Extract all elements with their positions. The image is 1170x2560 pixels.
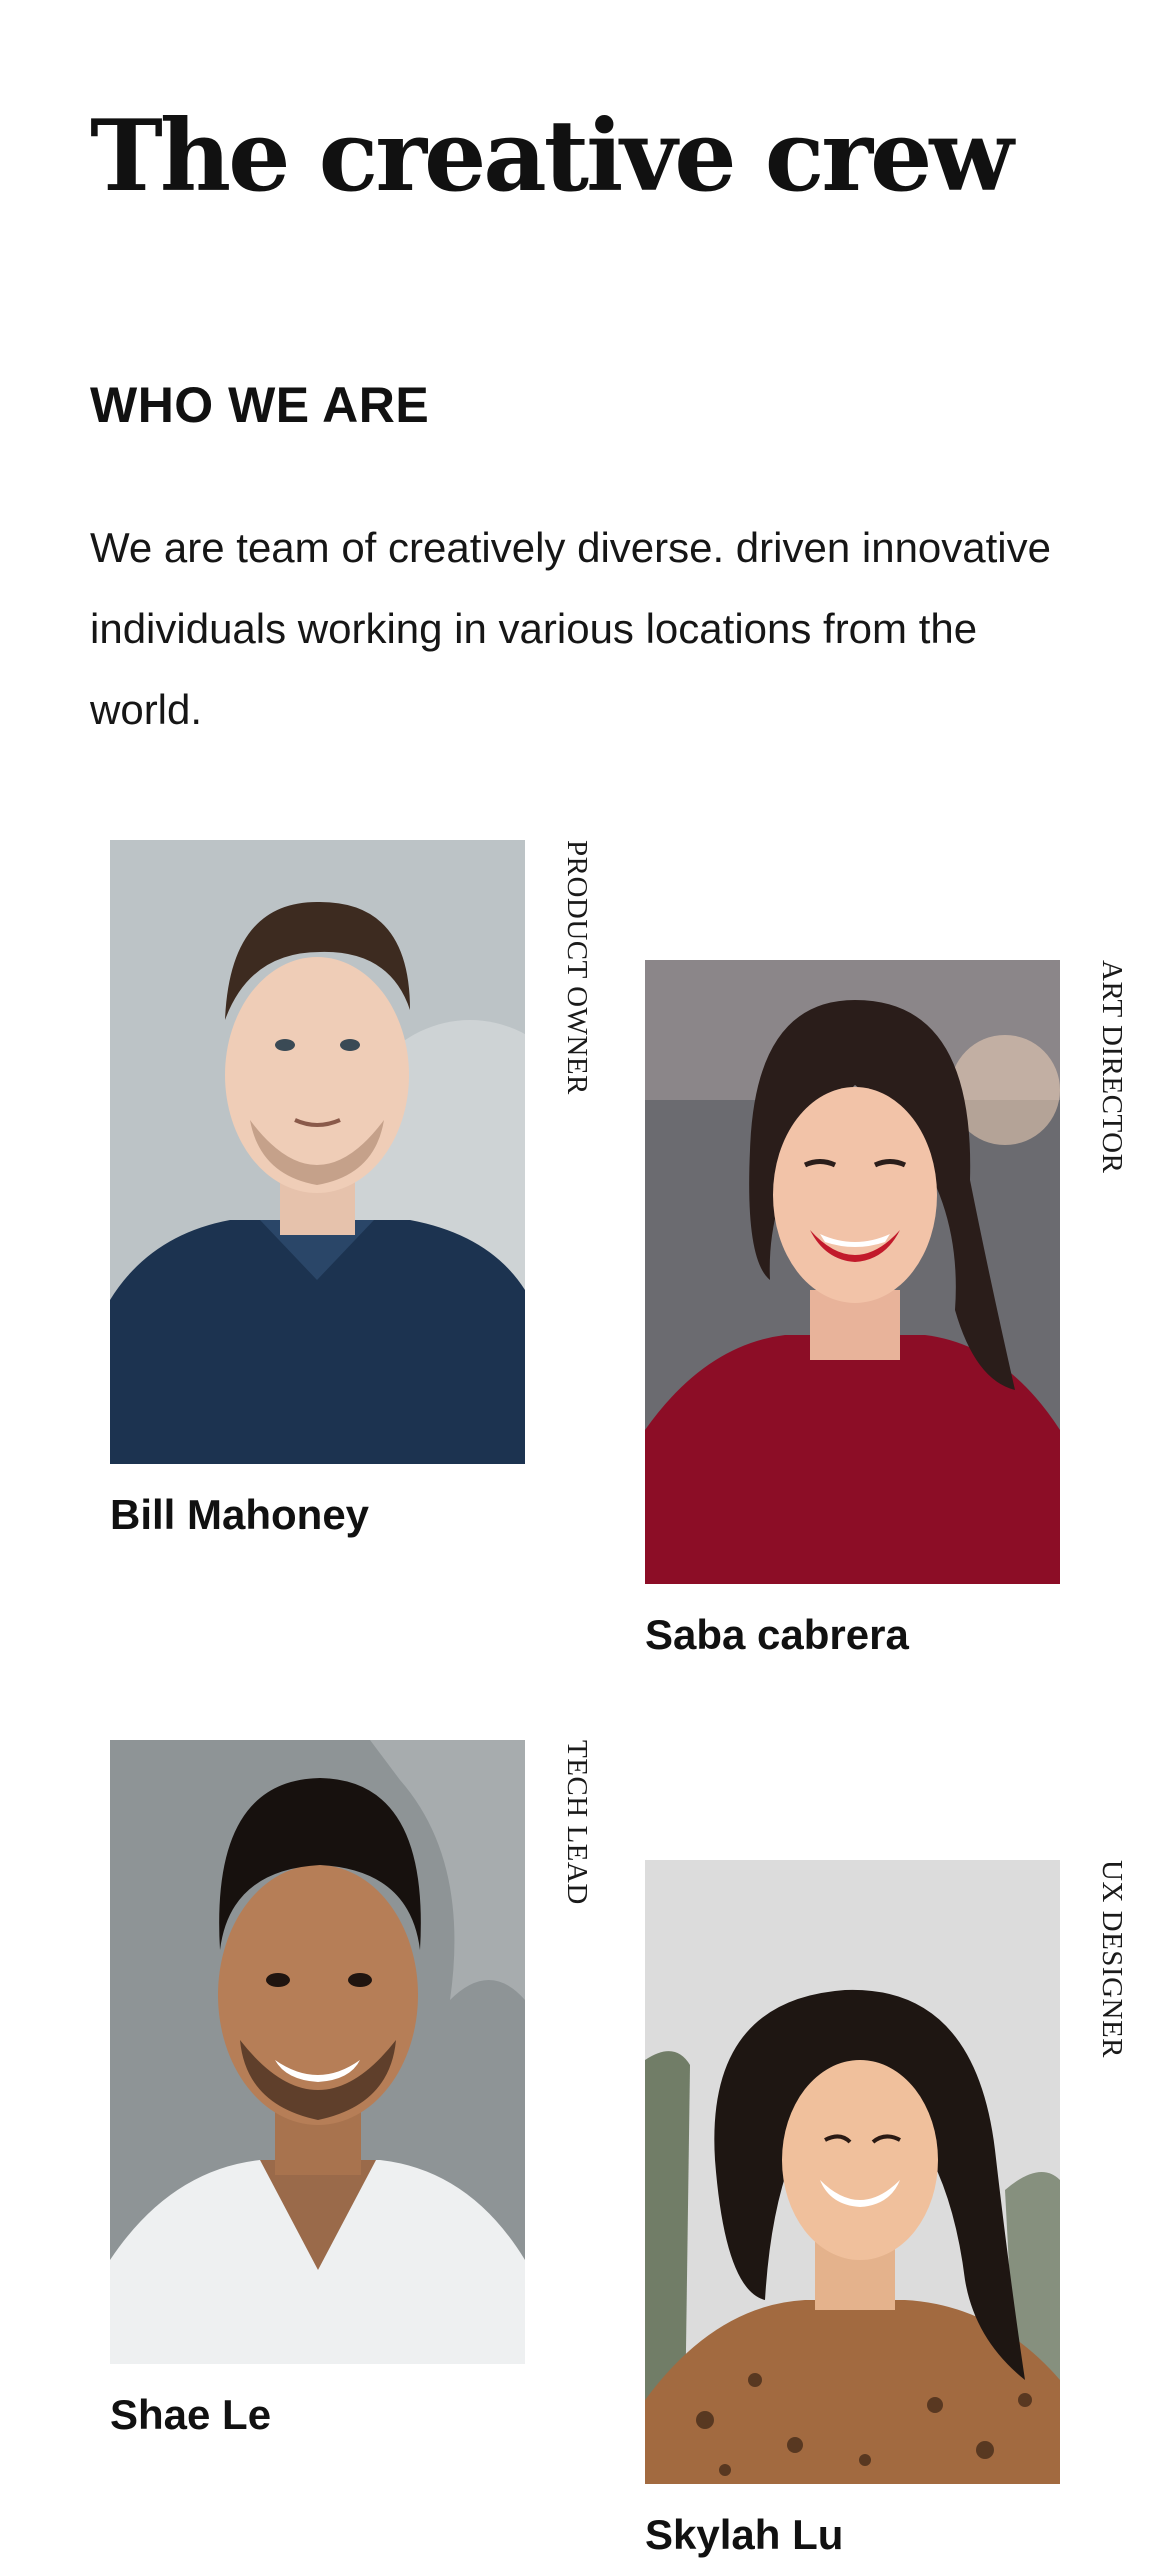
member-name[interactable]: Bill Mahoney <box>110 1490 369 1540</box>
section-heading: WHO WE ARE <box>90 377 430 433</box>
member-role: ART DIRECTOR <box>1096 960 1128 1174</box>
member-name[interactable]: Saba cabrera <box>645 1610 909 1660</box>
member-role: UX DESIGNER <box>1096 1860 1128 2059</box>
member-photo <box>645 960 1060 1584</box>
member-photo <box>110 1740 525 2364</box>
page-title: The creative crew <box>90 99 1014 214</box>
member-name[interactable]: Skylah Lu <box>645 2510 843 2560</box>
member-role: TECH LEAD <box>561 1740 593 1905</box>
member-photo <box>110 840 525 1464</box>
member-role: PRODUCT OWNER <box>561 840 593 1095</box>
member-name[interactable]: Shae Le <box>110 2390 271 2440</box>
member-photo <box>645 1860 1060 2484</box>
intro-paragraph: We are team of creatively diverse. drive… <box>90 524 1051 733</box>
